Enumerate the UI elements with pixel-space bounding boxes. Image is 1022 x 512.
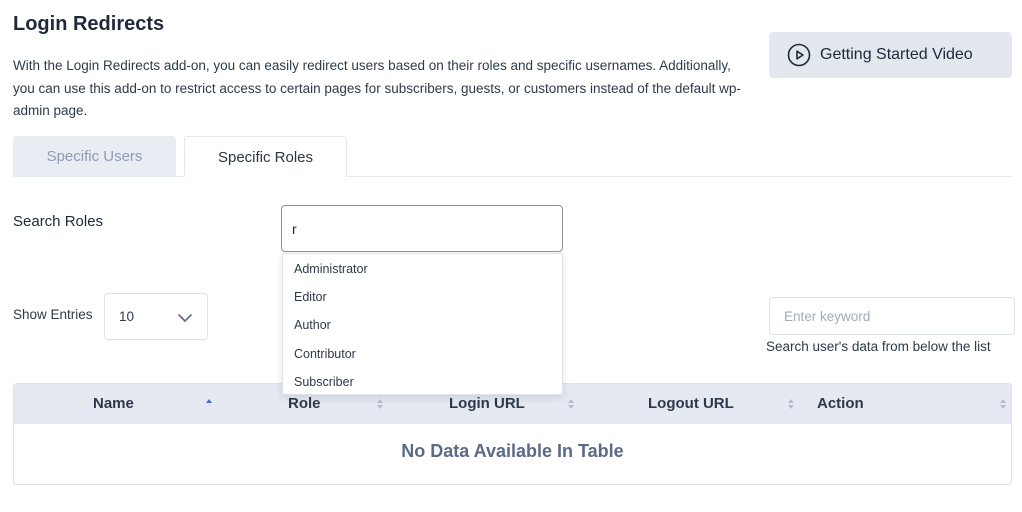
roles-suggestion-dropdown: Administrator Editor Author Contributor … (282, 253, 563, 395)
empty-table-message: No Data Available In Table (401, 441, 624, 461)
sort-icon[interactable] (376, 396, 384, 412)
tab-specific-users[interactable]: Specific Users (13, 136, 176, 177)
page-title: Login Redirects (13, 13, 165, 35)
suggestion-administrator[interactable]: Administrator (283, 255, 562, 283)
column-logout-url[interactable]: Logout URL (648, 384, 734, 424)
video-button-label: Getting Started Video (820, 46, 973, 63)
play-circle-icon (787, 43, 811, 67)
redirects-table: Name Role Login URL Logout URL Action No… (13, 383, 1012, 485)
getting-started-video-button[interactable]: Getting Started Video (769, 32, 1012, 78)
tab-specific-roles[interactable]: Specific Roles (184, 136, 347, 177)
search-roles-label: Search Roles (13, 213, 104, 230)
chevron-down-icon (178, 314, 192, 322)
entries-selected-value: 10 (119, 309, 135, 324)
sort-icon[interactable] (567, 396, 575, 412)
column-action[interactable]: Action (817, 384, 864, 424)
entries-select[interactable]: 10 (104, 293, 208, 340)
sort-icon[interactable] (787, 396, 795, 412)
suggestion-editor[interactable]: Editor (283, 283, 562, 311)
sort-icon[interactable] (999, 396, 1007, 412)
suggestion-subscriber[interactable]: Subscriber (283, 368, 562, 396)
page-description: With the Login Redirects add-on, you can… (13, 58, 741, 118)
tab-bar: Specific Users Specific Roles (13, 136, 1012, 177)
search-roles-input[interactable] (281, 205, 563, 252)
column-name[interactable]: Name (93, 384, 134, 424)
suggestion-author[interactable]: Author (283, 311, 562, 339)
suggestion-contributor[interactable]: Contributor (283, 340, 562, 368)
sort-asc-icon[interactable] (205, 396, 213, 412)
show-entries-label: Show Entries (13, 307, 93, 322)
keyword-search-input[interactable] (769, 297, 1015, 335)
keyword-search-hint: Search user's data from below the list (766, 339, 991, 354)
